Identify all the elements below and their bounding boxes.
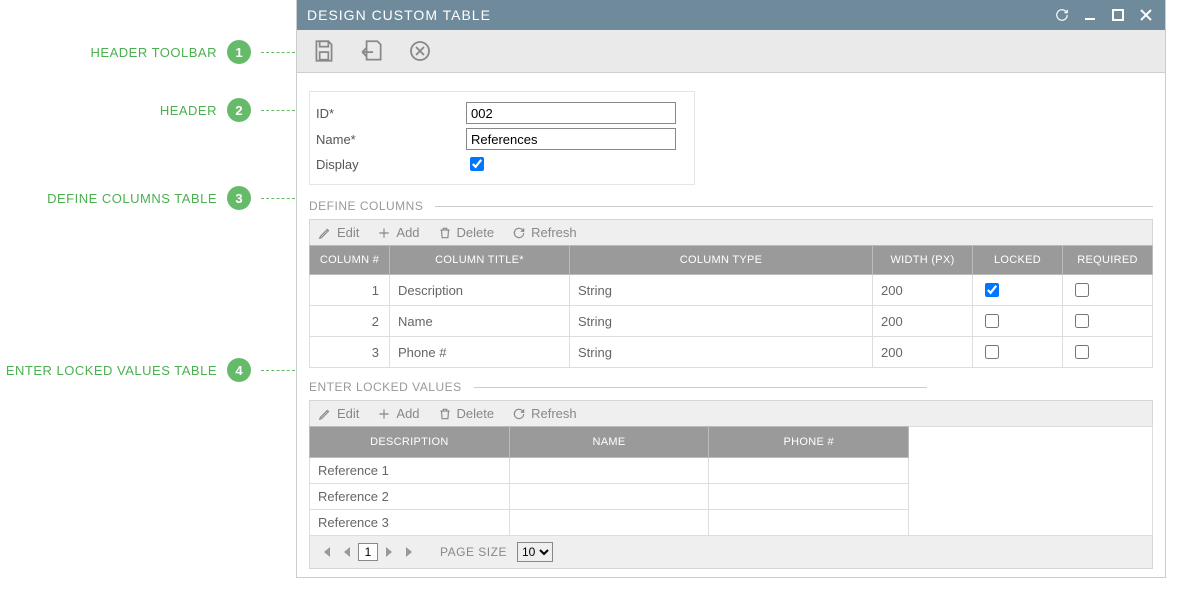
define-columns-table: COLUMN # COLUMN TITLE* COLUMN TYPE WIDTH…: [309, 245, 1153, 368]
prev-page-icon[interactable]: [338, 544, 354, 560]
callout-badge-1: 1: [227, 40, 251, 64]
locked-checkbox[interactable]: [985, 314, 999, 328]
edit-button[interactable]: Edit: [318, 406, 359, 421]
required-checkbox[interactable]: [1075, 345, 1089, 359]
required-checkbox[interactable]: [1075, 283, 1089, 297]
header-panel: ID* Name* Display: [309, 91, 695, 185]
name-header[interactable]: NAME: [509, 427, 709, 458]
phone-header[interactable]: PHONE #: [709, 427, 909, 458]
refresh-button[interactable]: Refresh: [512, 406, 577, 421]
page-size-select[interactable]: 10: [517, 542, 553, 562]
define-columns-section-title: DEFINE COLUMNS: [309, 199, 1153, 213]
refresh-button[interactable]: Refresh: [512, 225, 577, 240]
col-type-header[interactable]: COLUMN TYPE: [570, 246, 873, 275]
callout-badge-4: 4: [227, 358, 251, 382]
add-button[interactable]: Add: [377, 406, 419, 421]
locked-values-table: DESCRIPTION NAME PHONE # Reference 1 Ref…: [309, 426, 909, 536]
locked-checkbox[interactable]: [985, 283, 999, 297]
id-input[interactable]: [466, 102, 676, 124]
minimize-icon[interactable]: [1081, 6, 1099, 24]
col-locked-header[interactable]: LOCKED: [973, 246, 1063, 275]
table-row[interactable]: Reference 3: [310, 510, 909, 536]
table-row[interactable]: Reference 2: [310, 484, 909, 510]
table-row[interactable]: 1 Description String 200: [310, 275, 1153, 306]
next-page-icon[interactable]: [382, 544, 398, 560]
table-row[interactable]: 3 Phone # String 200: [310, 337, 1153, 368]
table-row[interactable]: Reference 1: [310, 458, 909, 484]
maximize-icon[interactable]: [1109, 6, 1127, 24]
display-label: Display: [316, 157, 466, 172]
desc-header[interactable]: DESCRIPTION: [310, 427, 510, 458]
close-icon[interactable]: [1137, 6, 1155, 24]
save-back-icon[interactable]: [357, 36, 387, 66]
edit-button[interactable]: Edit: [318, 225, 359, 240]
design-custom-table-window: DESIGN CUSTOM TABLE: [296, 0, 1166, 578]
callout-locked-values-label: ENTER LOCKED VALUES TABLE: [6, 363, 217, 378]
locked-checkbox[interactable]: [985, 345, 999, 359]
save-icon[interactable]: [309, 36, 339, 66]
cancel-icon[interactable]: [405, 36, 435, 66]
col-width-header[interactable]: WIDTH (PX): [873, 246, 973, 275]
last-page-icon[interactable]: [402, 544, 418, 560]
callout-badge-2: 2: [227, 98, 251, 122]
display-checkbox[interactable]: [470, 157, 484, 171]
name-label: Name*: [316, 132, 466, 147]
col-num-header[interactable]: COLUMN #: [310, 246, 390, 275]
locked-values-toolbar: Edit Add Delete Refresh: [309, 400, 1153, 426]
define-columns-toolbar: Edit Add Delete Refresh: [309, 219, 1153, 245]
page-number-input[interactable]: [358, 543, 378, 561]
col-title-header[interactable]: COLUMN TITLE*: [390, 246, 570, 275]
pager: PAGE SIZE 10: [309, 536, 1153, 569]
window-titlebar: DESIGN CUSTOM TABLE: [297, 0, 1165, 30]
add-button[interactable]: Add: [377, 225, 419, 240]
locked-values-section-title: ENTER LOCKED VALUES: [309, 380, 927, 394]
first-page-icon[interactable]: [318, 544, 334, 560]
delete-button[interactable]: Delete: [438, 225, 495, 240]
required-checkbox[interactable]: [1075, 314, 1089, 328]
callout-define-columns-label: DEFINE COLUMNS TABLE: [47, 191, 217, 206]
callout-header-toolbar-label: HEADER TOOLBAR: [91, 45, 217, 60]
callout-header-label: HEADER: [160, 103, 217, 118]
page-size-label: PAGE SIZE: [440, 545, 507, 559]
table-row[interactable]: 2 Name String 200: [310, 306, 1153, 337]
delete-button[interactable]: Delete: [438, 406, 495, 421]
col-req-header[interactable]: REQUIRED: [1063, 246, 1153, 275]
callout-badge-3: 3: [227, 186, 251, 210]
window-title: DESIGN CUSTOM TABLE: [307, 7, 491, 23]
id-label: ID*: [316, 106, 466, 121]
name-input[interactable]: [466, 128, 676, 150]
refresh-window-icon[interactable]: [1053, 6, 1071, 24]
header-toolbar: [297, 30, 1165, 73]
